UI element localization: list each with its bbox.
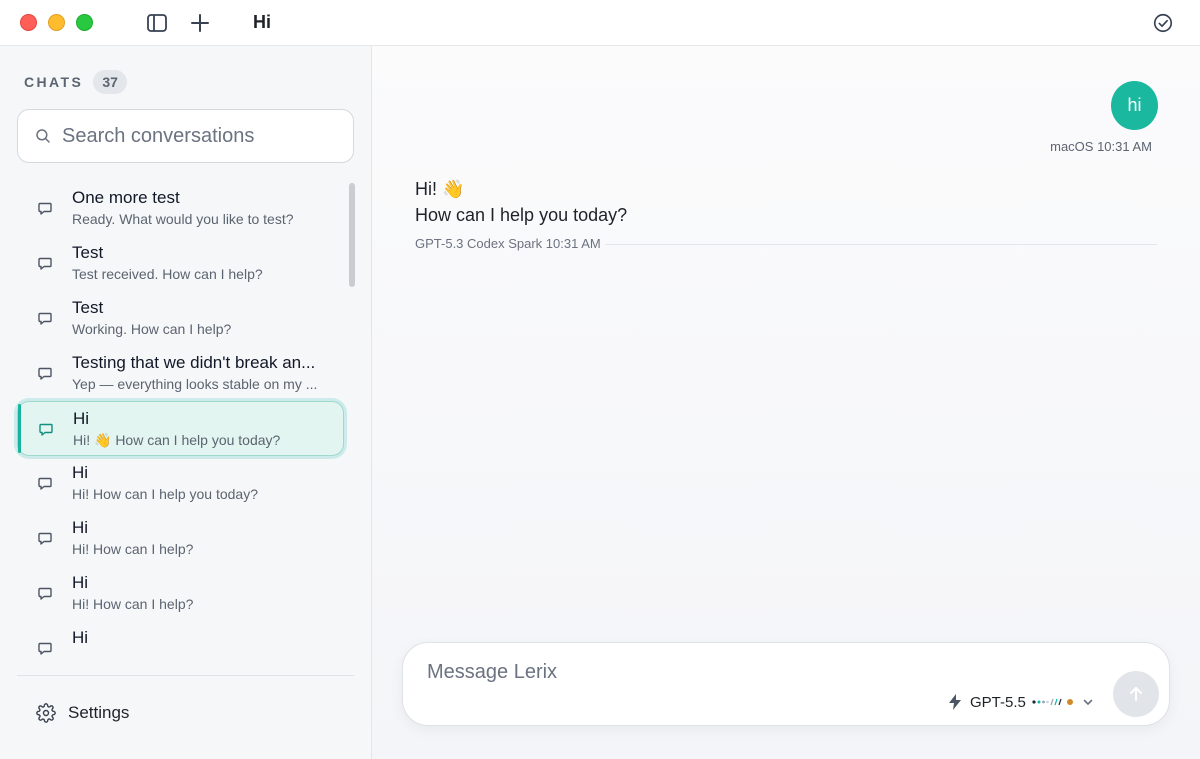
check-circle-icon[interactable]: [1152, 12, 1174, 34]
conversation-item[interactable]: Hi Hi! How can I help?: [17, 566, 344, 621]
conversation-title: Hi: [73, 409, 90, 428]
conversation-item[interactable]: Test Working. How can I help?: [17, 291, 344, 346]
search-icon: [34, 127, 52, 145]
conversation-preview: Working. How can I help?: [72, 321, 232, 337]
user-message-bubble: hi: [1111, 81, 1158, 130]
sidebar: CHATS 37 One more test Ready. What would…: [0, 46, 372, 759]
conversation-preview: Hi! How can I help you today?: [72, 486, 258, 502]
conversation-item[interactable]: One more test Ready. What would you like…: [17, 181, 344, 236]
conversation-title: One more test: [72, 188, 180, 207]
model-name: GPT-5.5: [970, 693, 1026, 711]
settings-button[interactable]: Settings: [24, 698, 129, 728]
model-selector[interactable]: GPT-5.5: [948, 691, 1094, 713]
sidebar-scrollbar[interactable]: [349, 183, 355, 287]
conversation-item[interactable]: Test Test received. How can I help?: [17, 236, 344, 291]
settings-label: Settings: [68, 703, 130, 722]
plus-icon[interactable]: [188, 11, 212, 35]
message-input[interactable]: [427, 661, 927, 684]
chats-count-badge: 37: [93, 70, 128, 94]
close-window-button[interactable]: [20, 14, 37, 31]
minimize-window-button[interactable]: [48, 14, 65, 31]
conversation-title: Testing that we didn't break an...: [72, 353, 316, 372]
conversation-preview: Hi! 👋 How can I help you today?: [73, 432, 281, 448]
arrow-up-icon: [1130, 687, 1142, 701]
conversation-item[interactable]: Testing that we didn't break an... Yep —…: [17, 346, 344, 401]
chat-bubble-icon: [37, 255, 53, 271]
assistant-message-line: Hi! 👋: [415, 179, 465, 199]
chats-header: CHATS 37: [24, 70, 128, 94]
chats-label: CHATS: [24, 74, 84, 90]
bolt-icon: [948, 694, 962, 710]
conversation-title: Test: [72, 243, 104, 262]
send-button[interactable]: [1113, 671, 1159, 717]
conversation-title: Test: [72, 298, 104, 317]
conversation-title: Hi: [72, 518, 89, 537]
conversation-preview: Test received. How can I help?: [72, 266, 263, 282]
conversation-item-active[interactable]: Hi Hi! 👋 How can I help you today?: [17, 401, 344, 456]
chat-bubble-icon: [38, 421, 54, 437]
message-divider: [605, 244, 1157, 245]
conversation-item[interactable]: Hi Hi! How can I help?: [17, 511, 344, 566]
chat-bubble-icon: [37, 365, 53, 381]
assistant-message-meta: GPT-5.3 Codex Spark 10:31 AM: [415, 236, 601, 251]
conversation-item[interactable]: Hi: [17, 621, 344, 663]
conversation-preview: Ready. What would you like to test?: [72, 211, 294, 227]
assistant-message-line: How can I help you today?: [415, 205, 628, 225]
user-message-meta: macOS 10:31 AM: [1050, 139, 1152, 154]
chat-bubble-icon: [37, 200, 53, 216]
conversation-preview: Hi! How can I help?: [72, 596, 194, 612]
conversation-preview: Yep — everything looks stable on my ...: [72, 376, 318, 392]
model-speed-indicator: [1032, 697, 1074, 707]
window-title: Hi: [253, 12, 271, 32]
chevron-down-icon: [1082, 696, 1094, 708]
zoom-window-button[interactable]: [76, 14, 93, 31]
conversation-pane: hi macOS 10:31 AM Hi! 👋 How can I help y…: [372, 46, 1200, 759]
conversation-item[interactable]: Hi Hi! How can I help you today?: [17, 456, 344, 511]
conversation-title: Hi: [72, 628, 89, 647]
sidebar-toggle-icon[interactable]: [145, 11, 169, 35]
chat-bubble-icon: [37, 640, 53, 656]
conversation-title: Hi: [72, 573, 89, 592]
chat-bubble-icon: [37, 585, 53, 601]
gear-icon: [36, 703, 56, 723]
chat-bubble-icon: [37, 475, 53, 491]
chat-bubble-icon: [37, 530, 53, 546]
message-composer: GPT-5.5: [402, 642, 1170, 726]
search-input[interactable]: [62, 124, 342, 148]
title-bar: Hi: [0, 0, 1200, 46]
search-box[interactable]: [17, 109, 354, 163]
chat-bubble-icon: [37, 310, 53, 326]
conversation-title: Hi: [72, 463, 89, 482]
conversation-preview: Hi! How can I help?: [72, 541, 194, 557]
sidebar-divider: [17, 675, 354, 676]
conversation-list: One more test Ready. What would you like…: [0, 181, 372, 663]
